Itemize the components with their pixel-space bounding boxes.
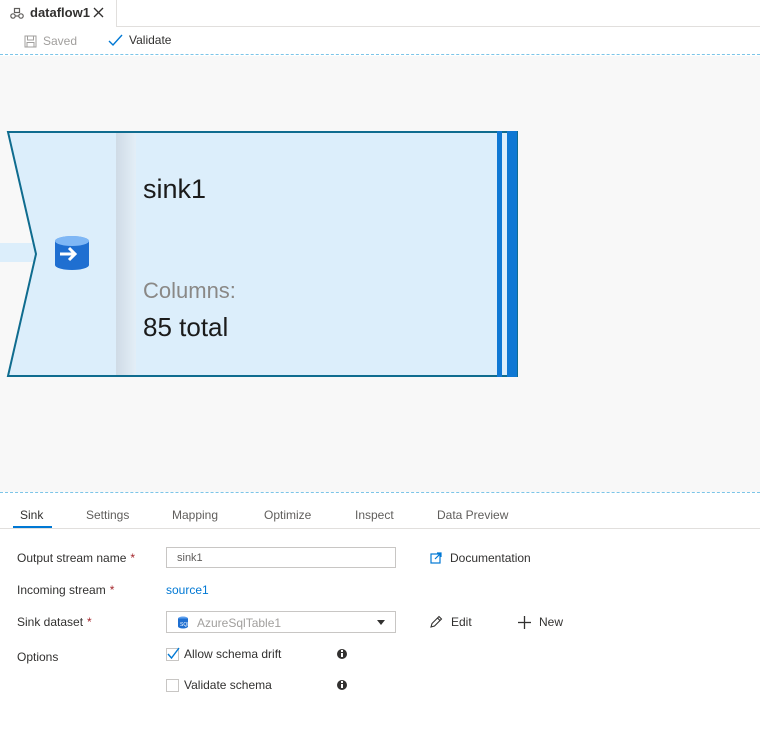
plus-icon [518,615,531,629]
validate-schema-checkbox[interactable]: Validate schema [166,678,272,692]
new-label: New [539,615,564,629]
sink-database-icon [55,236,89,270]
node-columns-value: 85 total [143,312,229,342]
saved-button: Saved [24,34,77,48]
dataflow-canvas[interactable]: sink1 Columns: 85 total [0,56,760,492]
sink-dataset-select[interactable]: SQL AzureSqlTable1 [166,611,396,633]
node-selection-bar [497,131,502,377]
sink-dataset-label-text: Sink dataset [17,615,84,629]
node-add-handle[interactable] [507,131,517,377]
tab-title: dataflow1 [30,5,90,20]
sink-dataset-label: Sink dataset * [17,615,92,629]
tab-data-preview[interactable]: Data Preview [437,508,508,522]
chevron-down-icon [377,620,385,625]
pencil-icon [430,615,443,628]
document-tab-strip: dataflow1 [0,0,760,27]
new-button[interactable]: New [518,615,563,629]
checkmark-icon [108,34,123,46]
tab-inspect[interactable]: Inspect [355,508,394,522]
validate-button[interactable]: Validate [108,33,171,47]
documentation-link[interactable]: Documentation [430,551,531,565]
tab-dataflow1[interactable]: dataflow1 [0,0,117,27]
node-name: sink1 [143,174,207,204]
svg-text:SQL: SQL [180,622,189,628]
allow-schema-drift-label: Allow schema drift [184,647,282,661]
documentation-label: Documentation [450,551,531,565]
required-marker: * [130,551,136,565]
info-icon[interactable] [337,680,347,690]
output-stream-label-text: Output stream name [17,551,127,565]
toolbar: Saved Validate [0,28,760,55]
required-marker: * [109,583,115,597]
external-link-icon [430,552,442,564]
validate-schema-box[interactable] [166,678,179,692]
options-label: Options [17,650,59,664]
edit-label: Edit [451,615,472,629]
tab-settings[interactable]: Settings [86,508,129,522]
required-marker: * [87,615,92,629]
node-columns-label: Columns: [143,278,236,303]
close-icon[interactable] [92,6,105,19]
allow-schema-drift-checkbox[interactable]: Allow schema drift [166,647,281,661]
validate-schema-label: Validate schema [184,678,272,692]
active-tab-indicator [13,526,52,528]
incoming-stream-link[interactable]: source1 [166,583,209,597]
node-gradient-strip [116,133,136,375]
panel-tabs: Sink Settings Mapping Optimize Inspect D… [0,500,760,529]
output-stream-label: Output stream name * [17,551,135,565]
checkmark-icon [167,647,180,659]
allow-schema-drift-box[interactable] [166,647,180,661]
tab-optimize[interactable]: Optimize [264,508,311,522]
panel-splitter[interactable] [0,492,760,493]
validate-label: Validate [129,33,172,47]
output-stream-input[interactable]: sink1 [166,547,396,568]
save-icon [24,35,37,47]
sink-dataset-value: AzureSqlTable1 [197,616,282,630]
incoming-stream-label: Incoming stream * [17,583,114,597]
saved-label: Saved [43,34,78,48]
edit-button[interactable]: Edit [429,615,472,629]
sql-table-icon: SQL [178,616,189,629]
tab-sink[interactable]: Sink [20,508,43,522]
tab-mapping[interactable]: Mapping [172,508,218,522]
dataflow-icon [10,7,24,19]
incoming-stream-label-text: Incoming stream [17,583,106,597]
info-icon[interactable] [337,649,347,659]
